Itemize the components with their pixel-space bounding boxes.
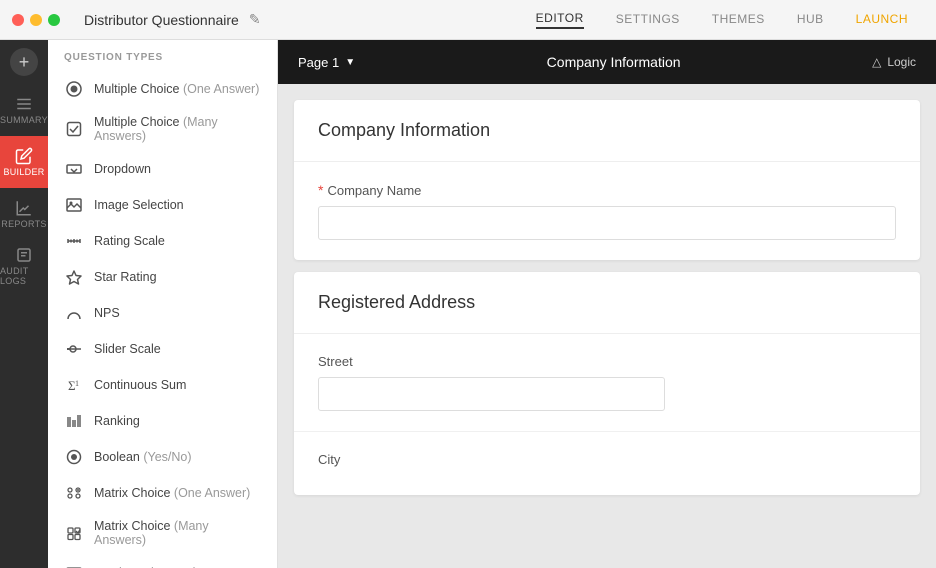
page-dropdown-icon: ▼ <box>345 57 355 68</box>
continuous-sum-label: Continuous Sum <box>94 378 186 392</box>
reports-label: REPORTS <box>1 219 46 229</box>
street-label: Street <box>318 354 896 369</box>
summary-label: SUMMARY <box>0 115 48 125</box>
company-name-label: * Company Name <box>318 182 896 198</box>
editor-area: Page 1 ▼ Company Information △ Logic Com… <box>278 40 936 568</box>
radio-icon <box>64 79 84 99</box>
question-panel: QUESTION TYPES Multiple Choice (One Answ… <box>48 40 278 568</box>
editor-content: Company Information * Company Name Regis… <box>278 84 936 523</box>
company-name-field: * Company Name <box>294 162 920 260</box>
page-center-title: Company Information <box>355 54 872 70</box>
sidebar-item-builder[interactable]: BUILDER <box>0 136 48 188</box>
minimize-button[interactable] <box>30 14 42 26</box>
star-icon <box>64 267 84 287</box>
registered-address-title: Registered Address <box>294 272 920 334</box>
dropdown-icon <box>64 159 84 179</box>
tab-hub[interactable]: HUB <box>797 12 824 28</box>
mc-many-label: Multiple Choice (Many Answers) <box>94 115 261 143</box>
nps-icon <box>64 303 84 323</box>
tab-settings[interactable]: SETTINGS <box>616 12 680 28</box>
sidebar-item-reports[interactable]: REPORTS <box>0 188 48 240</box>
title-bar-center: Distributor Questionnaire ✎ <box>68 11 528 28</box>
logic-icon: △ <box>872 55 881 69</box>
icon-sidebar: + SUMMARY BUILDER REPORTS AUDIT LOGS <box>0 40 48 568</box>
checkbox-icon <box>64 119 84 139</box>
builder-label: BUILDER <box>3 167 44 177</box>
question-item-star-rating[interactable]: Star Rating <box>48 259 277 295</box>
main-layout: + SUMMARY BUILDER REPORTS AUDIT LOGS <box>0 40 936 568</box>
matrix-many-icon <box>64 523 84 543</box>
street-field: Street <box>294 334 920 432</box>
dropdown-label: Dropdown <box>94 162 151 176</box>
boolean-label: Boolean (Yes/No) <box>94 450 192 464</box>
add-button[interactable]: + <box>10 48 38 76</box>
ranking-label: Ranking <box>94 414 140 428</box>
image-icon <box>64 195 84 215</box>
question-item-nps[interactable]: NPS <box>48 295 277 331</box>
boolean-icon <box>64 447 84 467</box>
page-selector[interactable]: Page 1 ▼ <box>298 55 355 70</box>
question-item-rating-scale[interactable]: Rating Scale <box>48 223 277 259</box>
sigma-icon: Σ 1 <box>64 375 84 395</box>
sidebar-item-audit-logs[interactable]: AUDIT LOGS <box>0 240 48 292</box>
rating-scale-label: Rating Scale <box>94 234 165 248</box>
registered-address-card: Registered Address Street City <box>294 272 920 495</box>
matrix-choice-many-label: Matrix Choice (Many Answers) <box>94 519 261 547</box>
mc-one-label: Multiple Choice (One Answer) <box>94 82 259 96</box>
question-item-matrix-choice-one[interactable]: Matrix Choice (One Answer) <box>48 475 277 511</box>
question-item-boolean[interactable]: Boolean (Yes/No) <box>48 439 277 475</box>
company-info-title: Company Information <box>294 100 920 162</box>
rating-scale-icon <box>64 231 84 251</box>
page-name: Page 1 <box>298 55 339 70</box>
city-label: City <box>318 452 896 467</box>
tab-launch[interactable]: LAUNCH <box>856 12 908 28</box>
logic-label: Logic <box>887 55 916 69</box>
app-title: Distributor Questionnaire <box>84 12 239 28</box>
svg-text:1: 1 <box>75 379 79 388</box>
maximize-button[interactable] <box>48 14 60 26</box>
sidebar-item-summary[interactable]: SUMMARY <box>0 84 48 136</box>
matrix-rating-icon <box>64 563 84 568</box>
traffic-lights <box>12 14 60 26</box>
question-item-ranking[interactable]: Ranking <box>48 403 277 439</box>
nps-label: NPS <box>94 306 120 320</box>
question-item-dropdown[interactable]: Dropdown <box>48 151 277 187</box>
slider-scale-label: Slider Scale <box>94 342 161 356</box>
company-name-input[interactable] <box>318 206 896 240</box>
question-item-slider-scale[interactable]: Slider Scale <box>48 331 277 367</box>
matrix-one-icon <box>64 483 84 503</box>
company-info-card: Company Information * Company Name <box>294 100 920 260</box>
page-header: Page 1 ▼ Company Information △ Logic <box>278 40 936 84</box>
page-logic[interactable]: △ Logic <box>872 55 916 69</box>
question-item-mc-many[interactable]: Multiple Choice (Many Answers) <box>48 107 277 151</box>
street-input[interactable] <box>318 377 665 411</box>
nav-tabs: EDITOR SETTINGS THEMES HUB LAUNCH <box>536 11 908 29</box>
slider-icon <box>64 339 84 359</box>
edit-title-icon[interactable]: ✎ <box>249 11 261 28</box>
tab-themes[interactable]: THEMES <box>712 12 765 28</box>
tab-editor[interactable]: EDITOR <box>536 11 584 29</box>
question-item-matrix-rating-scale[interactable]: Matrix Rating Scale <box>48 555 277 568</box>
question-item-mc-one[interactable]: Multiple Choice (One Answer) <box>48 71 277 107</box>
ranking-icon <box>64 411 84 431</box>
question-item-image-selection[interactable]: Image Selection <box>48 187 277 223</box>
matrix-choice-one-label: Matrix Choice (One Answer) <box>94 486 250 500</box>
question-panel-header: QUESTION TYPES <box>48 40 277 71</box>
image-selection-label: Image Selection <box>94 198 184 212</box>
required-star: * <box>318 182 323 198</box>
question-item-matrix-choice-many[interactable]: Matrix Choice (Many Answers) <box>48 511 277 555</box>
close-button[interactable] <box>12 14 24 26</box>
title-bar: Distributor Questionnaire ✎ EDITOR SETTI… <box>0 0 936 40</box>
star-rating-label: Star Rating <box>94 270 157 284</box>
city-field: City <box>294 432 920 495</box>
question-item-continuous-sum[interactable]: Σ 1 Continuous Sum <box>48 367 277 403</box>
audit-logs-label: AUDIT LOGS <box>0 266 48 286</box>
